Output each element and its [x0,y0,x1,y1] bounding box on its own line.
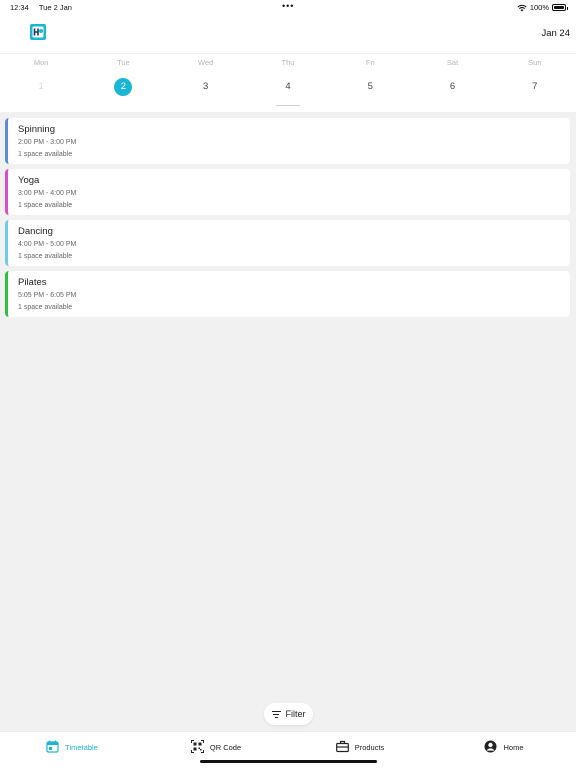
day-thu[interactable]: Thu 4 [247,54,329,112]
tab-home[interactable]: Home [432,732,576,768]
day-name: Tue [117,58,130,67]
filter-icon [271,710,281,718]
briefcase-icon [335,740,349,753]
qr-code-icon [190,740,204,753]
tab-label: QR Code [209,743,242,752]
day-number: 1 [0,78,82,96]
class-availability: 1 space available [18,151,73,158]
day-name: Wed [198,58,214,67]
day-wed[interactable]: Wed 3 [165,54,247,112]
calendar-icon [46,740,59,753]
class-availability: 1 space available [18,304,73,311]
day-mon[interactable]: Mon 1 [0,54,82,112]
class-card-yoga[interactable]: Yoga 3:00 PM - 4:00 PM 1 space available [5,169,570,215]
day-number-label: 1 [38,81,44,92]
day-number: 5 [329,78,411,96]
battery-icon [552,4,568,11]
status-bar: 12:34 Tue 2 Jan ••• 100% [0,0,576,14]
day-name: Thu [281,58,295,67]
month-label[interactable]: Jan 24 [541,28,570,39]
app-header: Jan 24 [0,14,576,54]
class-name: Spinning [18,124,55,135]
tab-timetable[interactable]: Timetable [0,732,144,768]
day-number-label: 2 [114,78,133,96]
day-name: Sat [446,58,459,67]
wifi-icon [517,4,527,11]
class-name: Pilates [18,277,47,288]
class-time: 2:00 PM - 3:00 PM [18,139,77,146]
day-number: 2 [82,78,164,96]
week-day-selector: Mon 1 Tue 2 Wed 3 Thu 4 Fri 5 Sat 6 Sun 7 [0,54,576,112]
class-card-dancing[interactable]: Dancing 4:00 PM - 5:00 PM 1 space availabl… [5,220,570,266]
app-logo-icon[interactable] [30,24,46,40]
day-fri[interactable]: Fri 5 [329,54,411,112]
day-number: 3 [165,78,247,96]
tab-label: Timetable [65,743,98,752]
class-time: 5:05 PM - 6:05 PM [18,292,77,299]
day-number-label: 7 [532,81,538,92]
status-date: Tue 2 Jan [38,3,72,12]
battery-percent: 100% [529,3,549,12]
class-name: Yoga [18,175,40,186]
day-sun[interactable]: Sun 7 [494,54,576,112]
day-name: Sun [528,58,542,67]
home-indicator[interactable] [200,760,377,763]
class-card-pilates[interactable]: Pilates 5:05 PM - 6:05 PM 1 space availabl… [5,271,570,317]
class-time: 3:00 PM - 4:00 PM [18,190,77,197]
tab-label: Products [354,743,385,752]
day-tue[interactable]: Tue 2 [82,54,164,112]
status-time: 12:34 [10,3,29,12]
class-time: 4:00 PM - 5:00 PM [18,241,77,248]
day-number: 4 [247,78,329,96]
class-list: Spinning 2:00 PM - 3:00 PM 1 space availab… [5,118,570,322]
multitasking-dots[interactable]: ••• [282,1,294,11]
user-circle-icon [484,740,497,753]
day-number: 7 [494,78,576,96]
class-availability: 1 space available [18,253,73,260]
day-number-label: 3 [203,81,209,92]
day-name: Mon [33,58,49,67]
class-card-spinning[interactable]: Spinning 2:00 PM - 3:00 PM 1 space availab… [5,118,570,164]
class-name: Dancing [18,226,53,237]
day-name: Fri [365,58,375,67]
filter-label: Filter [285,709,306,719]
day-number-label: 5 [367,81,373,92]
day-number: 6 [411,78,493,96]
day-number-label: 6 [449,81,456,92]
filter-button[interactable]: Filter [264,703,313,725]
tab-label: Home [503,743,524,752]
class-availability: 1 space available [18,202,73,209]
day-number-label: 4 [285,81,291,92]
day-sat[interactable]: Sat 6 [411,54,493,112]
